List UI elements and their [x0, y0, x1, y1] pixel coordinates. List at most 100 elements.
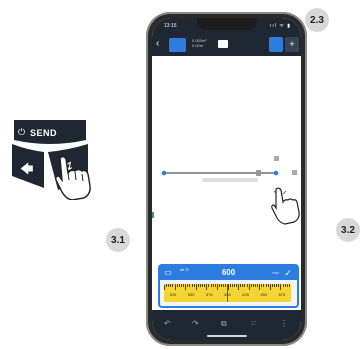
- ruler-tick: [231, 284, 233, 287]
- bottom-toolbar: ↶ ↷ ⧉ ⁙ ⋮: [152, 310, 301, 340]
- arrow-left-icon[interactable]: 🡄: [20, 160, 33, 182]
- ruler-tick: [174, 284, 176, 290]
- ruler-tick: [191, 284, 193, 287]
- hand-tap-icon: [271, 187, 300, 225]
- ruler-tick: [261, 284, 263, 287]
- ruler-tick: [214, 284, 216, 287]
- ruler-number: 600: [224, 292, 231, 297]
- ruler-tick: [274, 284, 276, 287]
- ruler-tick: [246, 284, 248, 287]
- phone-notch: [196, 18, 257, 30]
- ruler-tick: [269, 284, 271, 290]
- ruler-tick: [248, 284, 250, 290]
- measure-summary: 0.000m² 0.00m: [192, 38, 207, 48]
- ruler-tick: [187, 284, 189, 287]
- ruler-tick: [216, 284, 218, 290]
- hand-pointer-icon: [55, 156, 91, 200]
- ruler-number: 550: [187, 292, 195, 297]
- grid-icon[interactable]: ⁙: [250, 319, 257, 328]
- confirm-check-icon[interactable]: ✓: [283, 267, 293, 279]
- ruler-tick: [257, 284, 259, 287]
- ruler-tick: [267, 284, 269, 287]
- ruler-tick: [199, 284, 201, 287]
- send-label: SEND: [30, 128, 58, 138]
- ruler-tick: [242, 284, 244, 287]
- step-badge-2-3: 2.3: [305, 8, 329, 32]
- ruler-tick: [252, 284, 254, 287]
- ruler-tick: [206, 284, 208, 290]
- draw-tool-button[interactable]: [269, 37, 283, 52]
- ruler-tick: [164, 284, 165, 290]
- ruler-tick: [244, 284, 246, 287]
- step-badge-3-2: 3.2: [336, 218, 360, 242]
- phone-screen: 13:15 ııl ᯤ ▮ ‹ 0.000m² 0.00m + ▭ alt ① …: [152, 18, 301, 340]
- ruler-number: 650: [260, 292, 268, 297]
- power-icon: ⏻: [18, 127, 26, 137]
- status-time: 13:15: [164, 23, 177, 29]
- side-marker: [152, 212, 154, 218]
- ruler-tick: [208, 284, 210, 287]
- ruler-tick: [255, 284, 257, 287]
- length-value: 0.00m: [192, 43, 204, 48]
- ruler-tick: [189, 284, 191, 287]
- ruler-tick: [240, 284, 242, 287]
- ruler-tick: [170, 284, 172, 287]
- ruler-tick: [227, 284, 229, 290]
- ruler-tick: [282, 284, 284, 287]
- value-ruler-slider[interactable]: 525 550 575 600 625 650 675: [164, 284, 291, 302]
- ruler-tick: [193, 284, 195, 287]
- ruler-tick: [176, 284, 178, 287]
- ruler-tick: [204, 284, 206, 287]
- ruler-tick: [286, 284, 288, 287]
- ruler-tick: [180, 284, 182, 287]
- home-indicator: [206, 335, 247, 337]
- ruler-tick: [288, 284, 290, 287]
- ruler-tick: [271, 284, 273, 287]
- ruler-tick: [197, 284, 199, 287]
- ruler-tick: [265, 284, 267, 287]
- back-button[interactable]: ‹: [156, 38, 159, 49]
- ruler-tick: [195, 284, 197, 290]
- phone-frame: 13:15 ııl ᯤ ▮ ‹ 0.000m² 0.00m + ▭ alt ① …: [146, 12, 307, 346]
- measure-panel-header: ▭ alt ① 600 mm ✓: [160, 266, 297, 280]
- ruler-tick: [223, 284, 225, 287]
- ruler-number: 525: [169, 292, 177, 297]
- ruler-tick: [178, 284, 180, 287]
- ruler-tick: [259, 284, 261, 290]
- ruler-tick: [280, 284, 282, 290]
- ruler-tick: [250, 284, 252, 287]
- step-badge-3-1: 3.1: [106, 228, 130, 252]
- measure-unit: mm: [272, 270, 279, 275]
- ruler-tick: [168, 284, 170, 287]
- redo-icon[interactable]: ↷: [192, 319, 199, 328]
- ruler-tick: [263, 284, 265, 287]
- ruler-number: 625: [242, 292, 249, 297]
- ruler-tick: [225, 284, 227, 287]
- measure-mode-icon[interactable]: [169, 38, 186, 52]
- ruler-tick: [212, 284, 214, 287]
- ruler-tick: [166, 284, 168, 287]
- add-point-button[interactable]: +: [285, 37, 299, 52]
- ruler-tick: [235, 284, 237, 287]
- ruler-tick: [172, 284, 174, 287]
- device-button-pad: ⏻ SEND 🡄 ↯: [4, 114, 96, 200]
- ruler-tick: [233, 284, 235, 287]
- ruler-tick: [284, 284, 286, 287]
- ruler-tick: [276, 284, 278, 287]
- more-icon[interactable]: ⋮: [280, 319, 288, 328]
- ruler-tick: [229, 284, 231, 287]
- ruler-tick: [183, 284, 185, 287]
- status-icons: ııl ᯤ ▮: [270, 23, 291, 29]
- ruler-tick: [210, 284, 212, 287]
- app-toolbar: ‹ 0.000m² 0.00m +: [152, 34, 301, 56]
- drawing-canvas[interactable]: [152, 64, 301, 254]
- ruler-tick: [278, 284, 280, 287]
- ruler-tick: [221, 284, 223, 287]
- ruler-number: 575: [206, 292, 213, 297]
- ruler-number: 675: [278, 292, 286, 297]
- measure-panel: ▭ alt ① 600 mm ✓ 525 550 575 600 625 650 675: [158, 264, 299, 308]
- undo-icon[interactable]: ↶: [164, 319, 171, 328]
- camera-icon[interactable]: [218, 40, 228, 48]
- copy-icon[interactable]: ⧉: [221, 319, 227, 329]
- ruler-tick: [185, 284, 187, 290]
